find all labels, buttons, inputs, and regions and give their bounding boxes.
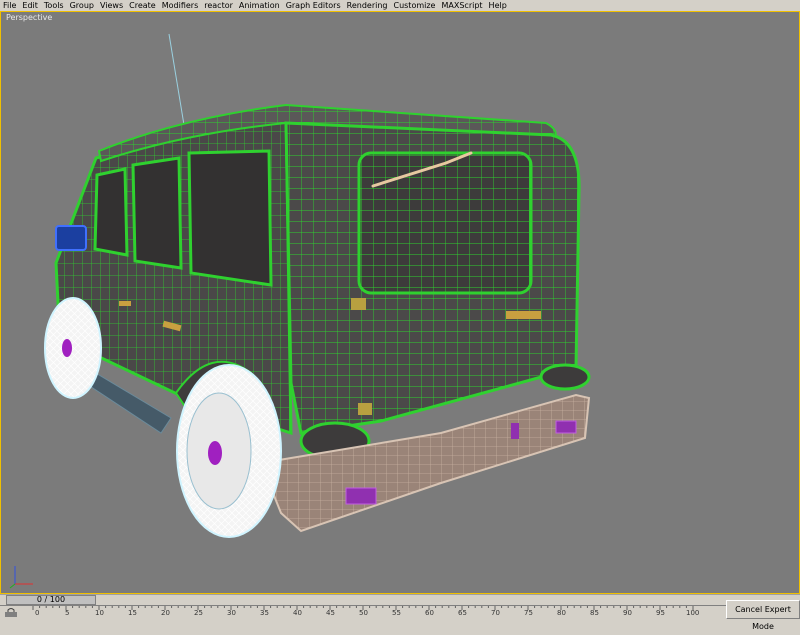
tick-label: 20: [161, 609, 170, 617]
tick-label: 75: [524, 609, 533, 617]
menu-reactor[interactable]: reactor: [201, 0, 236, 11]
tick-label: 25: [194, 609, 203, 617]
tick-label: 65: [458, 609, 467, 617]
menu-maxscript[interactable]: MAXScript: [438, 0, 485, 11]
menu-customize[interactable]: Customize: [390, 0, 438, 11]
cancel-expert-mode-button[interactable]: Cancel Expert Mode: [726, 600, 800, 631]
menu-views[interactable]: Views: [97, 0, 126, 11]
menu-graph-editors[interactable]: Graph Editors: [283, 0, 344, 11]
side-mirror: [55, 225, 87, 251]
menu-edit[interactable]: Edit: [19, 0, 41, 11]
tick-label: 60: [425, 609, 434, 617]
tick-label: 5: [65, 609, 70, 617]
menu-group[interactable]: Group: [67, 0, 97, 11]
tick-label: 55: [392, 609, 401, 617]
axis-tripod-icon: [9, 566, 33, 589]
tick-label: 70: [491, 609, 500, 617]
menu-bar: File Edit Tools Group Views Create Modif…: [0, 0, 800, 11]
menu-create[interactable]: Create: [126, 0, 159, 11]
menu-modifiers[interactable]: Modifiers: [159, 0, 202, 11]
tick-label: 15: [128, 609, 137, 617]
tick-label: 40: [293, 609, 302, 617]
rear-wheel: [176, 364, 282, 538]
lock-icon[interactable]: [4, 608, 18, 618]
menu-file[interactable]: File: [0, 0, 19, 11]
tick-label: 45: [326, 609, 335, 617]
tick-label: 100: [686, 609, 700, 617]
tick-label: 30: [227, 609, 236, 617]
tick-label: 10: [95, 609, 104, 617]
time-slider[interactable]: 0 / 100: [6, 595, 96, 605]
tick-label: 80: [557, 609, 566, 617]
scene-render[interactable]: [1, 12, 799, 593]
light-target-line: [168, 33, 186, 132]
menu-rendering[interactable]: Rendering: [344, 0, 391, 11]
front-wheel: [44, 297, 102, 399]
tick-label: 50: [359, 609, 368, 617]
tick-label: 85: [590, 609, 599, 617]
tick-label: 0: [35, 609, 40, 617]
menu-help[interactable]: Help: [486, 0, 510, 11]
viewport-label[interactable]: Perspective: [6, 13, 52, 22]
menu-tools[interactable]: Tools: [41, 0, 67, 11]
timeline-ruler[interactable]: 0 5 10 15 20 25 30 35 40 45 50 55 60 65 …: [0, 605, 726, 620]
menu-animation[interactable]: Animation: [236, 0, 283, 11]
tick-label: 90: [623, 609, 632, 617]
tick-label: 95: [656, 609, 665, 617]
perspective-viewport[interactable]: Perspective: [0, 11, 800, 594]
tick-label: 35: [260, 609, 269, 617]
